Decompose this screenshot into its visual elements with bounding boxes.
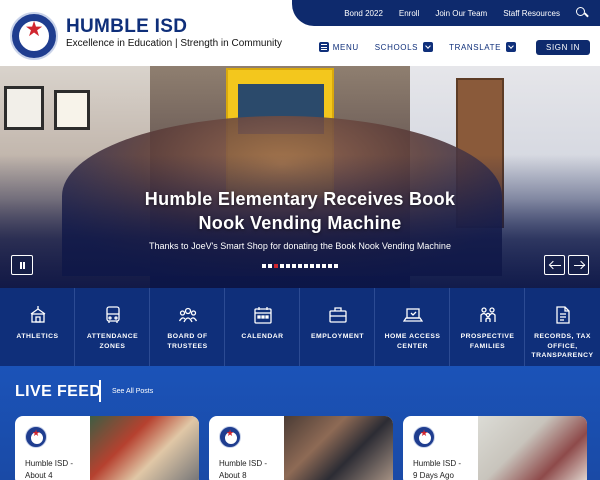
feed-card-author: Humble ISD - (219, 459, 268, 468)
slide-dot[interactable] (268, 264, 272, 268)
hero-headline-line: Nook Vending Machine (198, 213, 402, 233)
hero-caption: Thanks to JoeV's Smart Shop for donating… (149, 241, 451, 251)
feed-card-photo (90, 416, 199, 480)
hamburger-icon (318, 42, 329, 52)
people-icon (178, 307, 198, 323)
translate-label: TRANSLATE (449, 42, 502, 52)
quicklink-label: CALENDAR (241, 333, 284, 340)
feed-card[interactable]: ★ Humble ISD - About 4 (15, 416, 199, 480)
slide-dot[interactable] (304, 264, 308, 268)
arrow-head (548, 260, 558, 270)
slide-dot[interactable] (334, 264, 338, 268)
quicklink-label: HOME ACCESS CENTER (384, 333, 441, 350)
district-logo[interactable]: ★ (10, 12, 58, 60)
live-feed-section: LIVE FEED See All Posts ★ Humble ISD - A… (0, 366, 600, 480)
sign-in-button[interactable]: SIGN IN (536, 39, 590, 55)
slide-dot[interactable] (322, 264, 326, 268)
arrow-left-icon[interactable] (544, 255, 565, 275)
utility-bar: Bond 2022 Enroll Join Our Team Staff Res… (292, 0, 600, 26)
laptop-icon (403, 308, 423, 322)
star-icon: ★ (419, 429, 429, 439)
slide-dot[interactable] (310, 264, 314, 268)
chevron-down-icon (506, 42, 517, 52)
quicklink-prospective-families[interactable]: PROSPECTIVE FAMILIES (450, 288, 525, 366)
feed-card[interactable]: ★ Humble ISD - 9 Days Ago (403, 416, 587, 480)
hero-gradient-overlay (0, 66, 600, 288)
bus-icon (106, 306, 120, 323)
quicklink-label: BOARD OF TRUSTEES (167, 333, 208, 350)
logo-star-icon: ★ (24, 17, 44, 41)
slide-dot[interactable] (316, 264, 320, 268)
hero-headline-line: Humble Elementary Receives Book (144, 189, 456, 209)
slide-dot[interactable] (280, 264, 284, 268)
slide-dot[interactable] (298, 264, 302, 268)
live-feed-title: LIVE FEED (15, 383, 102, 400)
topbar-link-staff-resources[interactable]: Staff Resources (503, 9, 560, 18)
slide-dot[interactable] (262, 264, 266, 268)
schools-label: SCHOOLS (374, 42, 419, 52)
feed-card[interactable]: ★ Humble ISD - About 8 (209, 416, 393, 480)
star-icon: ★ (225, 429, 235, 439)
quick-links-bar: ATHLETICS ATTENDANCE ZONES BOARD OF TRUS… (0, 288, 600, 366)
search-icon[interactable] (576, 7, 589, 19)
slide-indicators (262, 264, 340, 268)
slide-dot[interactable] (292, 264, 296, 268)
site-header: ★ HUMBLE ISD Excellence in Education | S… (0, 0, 600, 66)
calendar-icon (254, 307, 272, 324)
quicklink-records-tax-office[interactable]: RECORDS, TAX OFFICE, TRANSPARENCY (525, 288, 600, 366)
feed-card-time: 9 Days Ago (413, 471, 454, 480)
quicklink-label: EMPLOYMENT (311, 333, 364, 340)
quicklink-label: ATTENDANCE ZONES (86, 333, 139, 350)
search-icon-handle (584, 12, 589, 18)
quicklink-home-access-center[interactable]: HOME ACCESS CENTER (375, 288, 450, 366)
slide-dot[interactable] (328, 264, 332, 268)
feed-card-author: Humble ISD - (25, 459, 74, 468)
family-icon (480, 307, 496, 322)
schools-dropdown[interactable]: SCHOOLS (374, 42, 434, 52)
search-icon-lens (576, 7, 585, 16)
feed-card-time: About 8 (219, 471, 247, 480)
topbar-link-bond[interactable]: Bond 2022 (344, 9, 383, 18)
pause-icon[interactable] (11, 255, 33, 275)
document-icon (556, 306, 570, 324)
slide-dot[interactable] (274, 264, 278, 268)
chevron-down-icon (423, 42, 434, 52)
see-all-posts-link[interactable]: See All Posts (112, 388, 153, 395)
arrow-head (576, 260, 586, 270)
menu-button[interactable]: MENU (318, 42, 359, 52)
star-icon: ★ (31, 429, 41, 439)
slide-dot[interactable] (286, 264, 290, 268)
feed-card-time: About 4 (25, 471, 53, 480)
arrow-right-icon[interactable] (568, 255, 589, 275)
quicklink-label: PROSPECTIVE FAMILIES (460, 333, 515, 350)
topbar-link-enroll[interactable]: Enroll (399, 9, 419, 18)
site-title[interactable]: HUMBLE ISD (66, 16, 187, 38)
quicklink-employment[interactable]: EMPLOYMENT (300, 288, 375, 366)
quicklink-board-of-trustees[interactable]: BOARD OF TRUSTEES (150, 288, 225, 366)
quicklink-label: ATHLETICS (16, 333, 59, 340)
hero-headline[interactable]: Humble Elementary Receives Book Nook Ven… (0, 187, 600, 235)
quicklink-label: RECORDS, TAX OFFICE, TRANSPARENCY (531, 333, 594, 359)
quicklink-attendance-zones[interactable]: ATTENDANCE ZONES (75, 288, 150, 366)
site-tagline: Excellence in Education | Strength in Co… (66, 38, 283, 49)
hero-slideshow: Humble Elementary Receives Book Nook Ven… (0, 66, 600, 288)
feed-card-photo (478, 416, 587, 480)
live-feed-divider (99, 380, 101, 402)
translate-dropdown[interactable]: TRANSLATE (449, 42, 517, 52)
feed-card-photo (284, 416, 393, 480)
menu-label: MENU (332, 42, 359, 52)
feed-card-author: Humble ISD - (413, 459, 462, 468)
stadium-icon (30, 306, 46, 323)
quicklink-calendar[interactable]: CALENDAR (225, 288, 300, 366)
topbar-link-join-our-team[interactable]: Join Our Team (435, 9, 487, 18)
briefcase-icon (329, 307, 347, 323)
quicklink-athletics[interactable]: ATHLETICS (0, 288, 75, 366)
main-nav: MENU SCHOOLS TRANSLATE SIGN IN (303, 39, 590, 55)
